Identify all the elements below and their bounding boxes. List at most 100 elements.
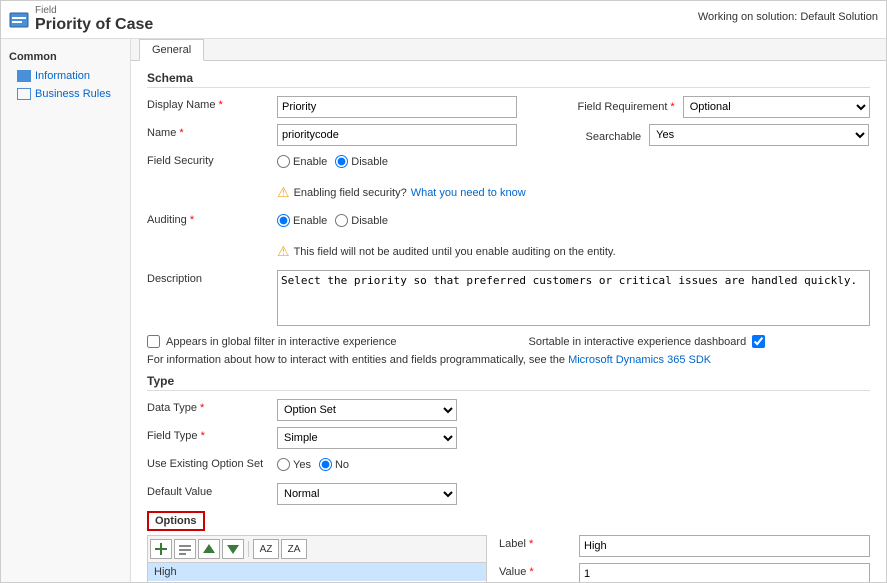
field-security-info-text: Enabling field security?	[294, 187, 407, 199]
header-left: Field Priority of Case	[9, 5, 153, 34]
use-existing-control: Yes No	[277, 455, 870, 471]
use-existing-radio-group: Yes No	[277, 455, 870, 471]
arrow-down-icon	[226, 542, 240, 556]
name-input[interactable]	[277, 124, 517, 146]
tab-general[interactable]: General	[139, 39, 204, 61]
use-existing-yes-label[interactable]: Yes	[277, 458, 311, 471]
detail-value-row: Value	[499, 563, 870, 582]
options-header: Options	[147, 511, 205, 531]
options-down-btn[interactable]	[222, 539, 244, 559]
content-area: General Schema Display Name Field Requir…	[131, 39, 886, 582]
option-item-high[interactable]: High	[148, 563, 486, 581]
default-value-label: Default Value	[147, 483, 277, 498]
arrow-up-icon	[202, 542, 216, 556]
description-control: Select the priority so that preferred cu…	[277, 270, 870, 329]
type-section-header: Type	[147, 374, 870, 391]
appears-in-global-text: Appears in global filter in interactive …	[166, 336, 397, 348]
global-right: Sortable in interactive experience dashb…	[489, 335, 871, 348]
field-security-link[interactable]: What you need to know	[411, 187, 526, 199]
field-security-enable-text: Enable	[293, 156, 327, 168]
business-rules-icon	[17, 88, 31, 100]
display-name-left	[277, 96, 570, 118]
description-textarea[interactable]: Select the priority so that preferred cu…	[277, 270, 870, 326]
detail-label-row: Label	[499, 535, 870, 557]
data-type-select[interactable]: Option Set	[277, 399, 457, 421]
detail-label-input[interactable]	[579, 535, 870, 557]
sidebar-item-business-rules[interactable]: Business Rules	[1, 85, 130, 103]
auditing-disable-radio[interactable]	[335, 214, 348, 227]
field-security-info-row: ⚠ Enabling field security? What you need…	[147, 180, 870, 205]
field-security-disable-label[interactable]: Disable	[335, 155, 388, 168]
sidebar: Common Information Business Rules	[1, 39, 131, 582]
bottom-info-text: For information about how to interact wi…	[147, 354, 565, 366]
warn-icon: ⚠	[277, 184, 290, 201]
detail-label-label: Label	[499, 535, 579, 550]
data-type-control: Option Set	[277, 399, 870, 421]
tab-strip: General	[131, 39, 886, 61]
default-value-control: Normal High Low Critical	[277, 483, 870, 505]
options-add-btn[interactable]	[150, 539, 172, 559]
field-requirement-label: Field Requirement	[578, 101, 675, 113]
options-section: Options	[147, 511, 870, 582]
searchable-right: Searchable Yes	[578, 124, 871, 146]
field-security-info-spacer	[147, 180, 277, 183]
options-list: High Normal Low Critical	[147, 562, 487, 582]
working-on-label: Working on solution: Default Solution	[698, 5, 878, 23]
options-sort-za-btn[interactable]: ZA	[281, 539, 307, 559]
display-name-row: Display Name Field Requirement Optional	[147, 96, 870, 118]
auditing-enable-label[interactable]: Enable	[277, 214, 327, 227]
field-security-label: Field Security	[147, 152, 277, 167]
appears-in-global-checkbox[interactable]	[147, 335, 160, 348]
field-security-row: Field Security Enable Disable	[147, 152, 870, 174]
use-existing-yes-radio[interactable]	[277, 458, 290, 471]
description-label: Description	[147, 270, 277, 285]
name-row: Name Searchable Yes	[147, 124, 870, 146]
field-svg	[9, 10, 29, 30]
auditing-enable-radio[interactable]	[277, 214, 290, 227]
auditing-disable-label[interactable]: Disable	[335, 214, 388, 227]
searchable-select[interactable]: Yes	[649, 124, 869, 146]
use-existing-no-label[interactable]: No	[319, 458, 349, 471]
field-security-disable-radio[interactable]	[335, 155, 348, 168]
field-security-info-msg: ⚠ Enabling field security? What you need…	[277, 184, 870, 201]
options-sort-az-btn[interactable]: AZ	[253, 539, 279, 559]
sidebar-section-common: Common	[1, 47, 130, 67]
field-type-row: Field Type Simple	[147, 427, 870, 449]
auditing-warn-icon: ⚠	[277, 243, 290, 260]
sortable-label: Sortable in interactive experience dashb…	[529, 336, 747, 348]
option-item-normal[interactable]: Normal	[148, 581, 486, 582]
display-name-label: Display Name	[147, 96, 277, 111]
options-panel: AZ ZA High Normal Low Critical	[147, 535, 487, 582]
use-existing-yes-text: Yes	[293, 459, 311, 471]
information-icon	[17, 70, 31, 82]
field-security-info-control: ⚠ Enabling field security? What you need…	[277, 180, 870, 205]
default-value-select[interactable]: Normal High Low Critical	[277, 483, 457, 505]
sdk-link[interactable]: Microsoft Dynamics 365 SDK	[568, 354, 711, 366]
field-security-enable-radio[interactable]	[277, 155, 290, 168]
detail-value-input[interactable]	[579, 563, 870, 582]
sidebar-item-information[interactable]: Information	[1, 67, 130, 85]
sortable-checkbox[interactable]	[752, 335, 765, 348]
options-toolbar: AZ ZA	[147, 535, 487, 562]
field-type-select[interactable]: Simple	[277, 427, 457, 449]
toolbar-sep	[248, 541, 249, 557]
field-requirement-select[interactable]: Optional	[683, 96, 870, 118]
auditing-enable-text: Enable	[293, 215, 327, 227]
main-layout: Common Information Business Rules Genera…	[1, 39, 886, 582]
type-section: Type Data Type Option Set Field Type	[147, 374, 870, 505]
options-up-btn[interactable]	[198, 539, 220, 559]
auditing-label: Auditing	[147, 211, 277, 226]
options-detail: Label Value Description	[499, 535, 870, 582]
display-name-control: Field Requirement Optional	[277, 96, 870, 118]
schema-section-header: Schema	[147, 71, 870, 88]
auditing-info-text: This field will not be audited until you…	[294, 246, 616, 258]
auditing-row: Auditing Enable Disable	[147, 211, 870, 233]
field-security-enable-label[interactable]: Enable	[277, 155, 327, 168]
field-security-disable-text: Disable	[351, 156, 388, 168]
use-existing-no-radio[interactable]	[319, 458, 332, 471]
options-edit-btn[interactable]	[174, 539, 196, 559]
display-name-input[interactable]	[277, 96, 517, 118]
header-title: Priority of Case	[35, 16, 153, 34]
header-breadcrumb: Field	[35, 5, 153, 16]
global-left: Appears in global filter in interactive …	[147, 335, 489, 348]
